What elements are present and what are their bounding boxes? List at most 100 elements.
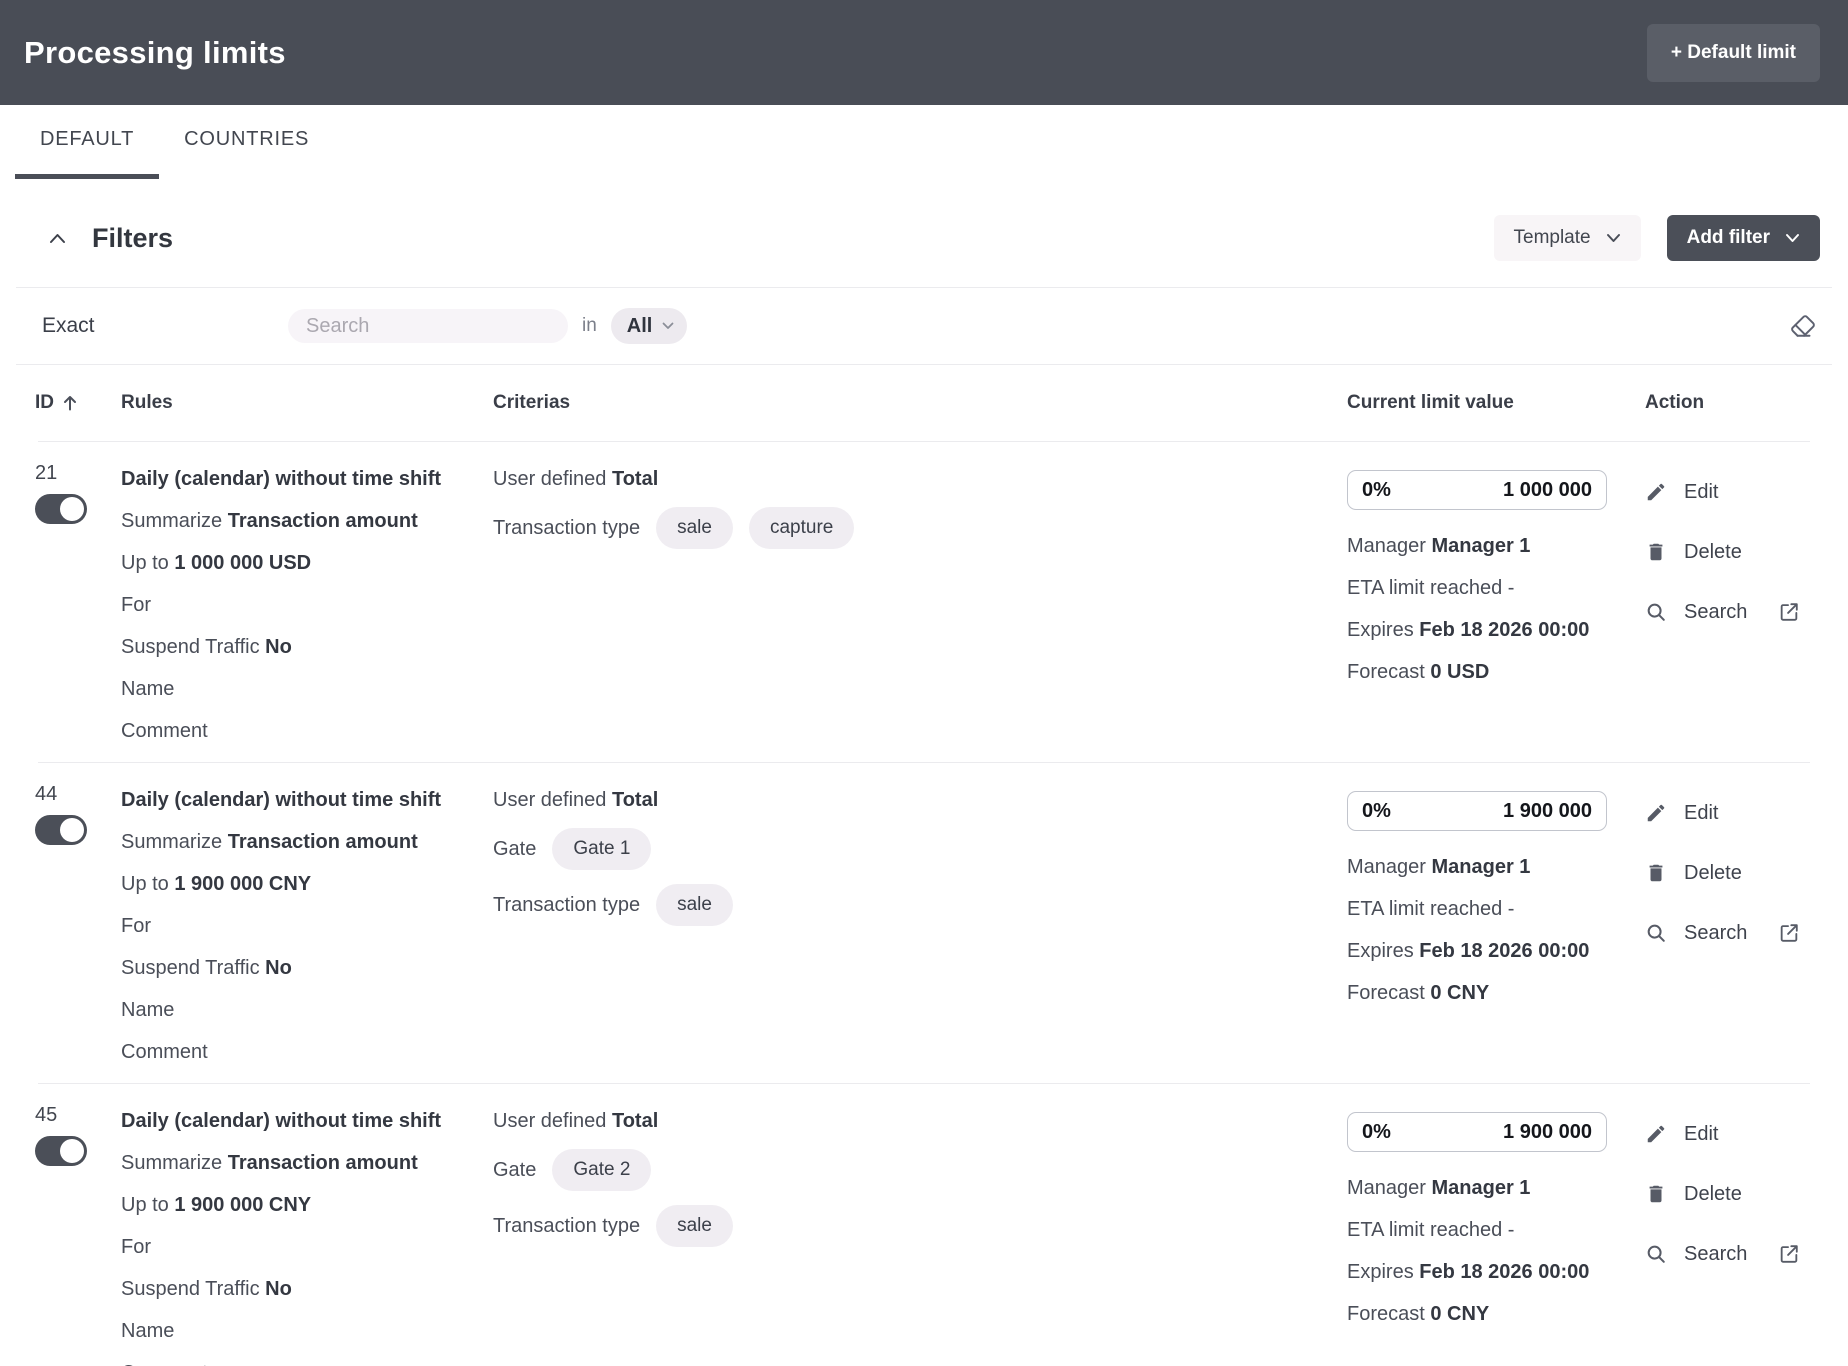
action-label: Delete [1684, 1183, 1742, 1206]
table-row: 21Daily (calendar) without time shiftSum… [0, 442, 1848, 762]
rule-line: Suspend Traffic No [121, 626, 493, 668]
tab-default[interactable]: DEFAULT [15, 105, 159, 179]
rule-line: Up to 1 900 000 CNY [121, 1184, 493, 1226]
column-header-criterias: Criterias [493, 392, 1347, 414]
template-button[interactable]: Template [1494, 215, 1641, 261]
limit-detail-line: ETA limit reached - [1347, 1209, 1630, 1251]
criteria-chip[interactable]: Gate 2 [552, 1149, 651, 1191]
delete-button[interactable]: Delete [1645, 843, 1742, 903]
criterias-cell: User defined TotalTransaction typesaleca… [493, 458, 1347, 752]
trash-icon [1645, 541, 1667, 563]
column-header-id[interactable]: ID [35, 392, 54, 414]
sort-ascending-icon[interactable] [63, 395, 77, 411]
criteria-chip[interactable]: Gate 1 [552, 828, 651, 870]
enabled-toggle[interactable] [35, 815, 87, 845]
edit-button[interactable]: Edit [1645, 462, 1718, 522]
rules-cell: Daily (calendar) without time shiftSumma… [121, 779, 493, 1073]
rule-line: Name [121, 1310, 493, 1352]
limit-amount: 1 900 000 [1503, 800, 1592, 823]
rule-line: Daily (calendar) without time shift [121, 1100, 493, 1142]
column-header-current-limit-value: Current limit value [1347, 392, 1630, 414]
chevron-down-icon [1606, 233, 1621, 243]
template-button-label: Template [1514, 227, 1591, 249]
search-icon [1645, 1243, 1667, 1265]
id-cell: 21 [35, 458, 121, 752]
pencil-icon [1645, 481, 1667, 503]
limit-detail-line: Manager Manager 1 [1347, 1167, 1630, 1209]
table-header: ID Rules Criterias Current limit value A… [0, 365, 1848, 441]
table-row: 45Daily (calendar) without time shiftSum… [0, 1084, 1848, 1366]
limit-value-box[interactable]: 0%1 900 000 [1347, 791, 1607, 831]
enabled-toggle[interactable] [35, 494, 87, 524]
limit-percent: 0% [1362, 479, 1391, 502]
limit-value-box[interactable]: 0%1 000 000 [1347, 470, 1607, 510]
rules-cell: Daily (calendar) without time shiftSumma… [121, 1100, 493, 1366]
criteria-line: User defined Total [493, 1100, 1347, 1142]
criteria-chip[interactable]: sale [656, 1205, 733, 1247]
limit-cell: 0%1 900 000 Manager Manager 1ETA limit re… [1347, 1100, 1630, 1366]
action-label: Delete [1684, 541, 1742, 564]
filters-header: Filters Template Add filter [0, 179, 1848, 287]
search-button[interactable]: Search [1645, 1224, 1800, 1284]
id-cell: 45 [35, 1100, 121, 1366]
criteria-line: Transaction type sale [493, 877, 1347, 933]
action-label: Edit [1684, 802, 1718, 825]
limit-value-box[interactable]: 0%1 900 000 [1347, 1112, 1607, 1152]
eraser-icon [1790, 313, 1816, 339]
criterias-cell: User defined TotalGateGate 1Transaction … [493, 779, 1347, 1073]
action-label: Delete [1684, 862, 1742, 885]
action-cell: Edit Delete Search [1630, 1100, 1848, 1366]
criteria-line: Transaction typesalecapture [493, 500, 1347, 556]
clear-filter-button[interactable] [1788, 311, 1818, 341]
filters-title: Filters [92, 223, 173, 254]
filter-name-label: Exact [42, 314, 288, 338]
default-limit-button[interactable]: + Default limit [1647, 24, 1820, 82]
edit-button[interactable]: Edit [1645, 1104, 1718, 1164]
chevron-up-icon [49, 233, 66, 244]
enabled-toggle[interactable] [35, 1136, 87, 1166]
column-header-rules: Rules [121, 392, 493, 414]
delete-button[interactable]: Delete [1645, 1164, 1742, 1224]
rule-line: Suspend Traffic No [121, 947, 493, 989]
criteria-line: GateGate 1 [493, 821, 1347, 877]
limit-details: Manager Manager 1ETA limit reached -Expi… [1347, 525, 1630, 693]
criteria-chip[interactable]: sale [656, 884, 733, 926]
search-input[interactable] [306, 315, 550, 338]
rule-line: For [121, 584, 493, 626]
criteria-label: Transaction type [493, 894, 640, 917]
criteria-chip[interactable]: capture [749, 507, 854, 549]
limit-amount: 1 900 000 [1503, 1121, 1592, 1144]
criteria-label: Transaction type [493, 1215, 640, 1238]
limit-details: Manager Manager 1ETA limit reached -Expi… [1347, 846, 1630, 1014]
external-link-icon [1778, 601, 1800, 623]
chevron-down-icon [1785, 233, 1800, 243]
tab-countries[interactable]: COUNTRIES [159, 105, 334, 179]
rule-line: Comment [121, 1031, 493, 1073]
action-label: Search [1684, 922, 1747, 945]
row-id: 44 [35, 779, 121, 809]
edit-button[interactable]: Edit [1645, 783, 1718, 843]
limit-detail-line: Manager Manager 1 [1347, 525, 1630, 567]
action-label: Edit [1684, 1123, 1718, 1146]
limit-detail-line: Forecast 0 USD [1347, 651, 1630, 693]
search-button[interactable]: Search [1645, 903, 1800, 963]
trash-icon [1645, 1183, 1667, 1205]
rule-line: Name [121, 989, 493, 1031]
tab-bar: DEFAULTCOUNTRIES [0, 105, 1848, 179]
scope-select[interactable]: All [611, 308, 688, 344]
rule-line: Daily (calendar) without time shift [121, 458, 493, 500]
criteria-chip[interactable]: sale [656, 507, 733, 549]
rule-line: Summarize Transaction amount [121, 1142, 493, 1184]
search-button[interactable]: Search [1645, 582, 1800, 642]
add-filter-button-label: Add filter [1687, 227, 1770, 249]
limit-detail-line: ETA limit reached - [1347, 888, 1630, 930]
add-filter-button[interactable]: Add filter [1667, 215, 1820, 261]
limit-detail-line: Forecast 0 CNY [1347, 972, 1630, 1014]
action-label: Edit [1684, 481, 1718, 504]
action-label: Search [1684, 601, 1747, 624]
limit-cell: 0%1 900 000 Manager Manager 1ETA limit re… [1347, 779, 1630, 1073]
collapse-filters-button[interactable] [46, 227, 68, 249]
delete-button[interactable]: Delete [1645, 522, 1742, 582]
criteria-line: User defined Total [493, 779, 1347, 821]
rule-line: Comment [121, 1352, 493, 1366]
